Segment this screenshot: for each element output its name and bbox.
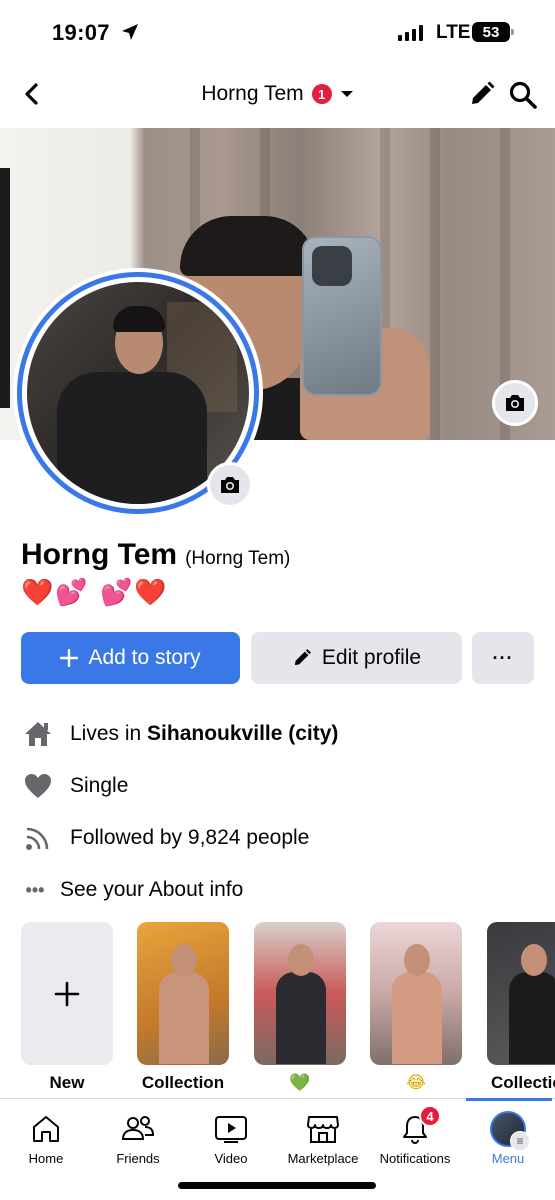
marketplace-icon <box>307 1116 339 1143</box>
home-icon <box>22 718 54 750</box>
nav-menu[interactable]: Menu <box>458 1109 555 1166</box>
camera-icon <box>221 477 239 493</box>
caret-down-icon <box>340 91 353 97</box>
add-to-story-label: Add to story <box>88 646 201 669</box>
notifications-badge: 4 <box>419 1105 441 1127</box>
add-to-story-button[interactable]: Add to story <box>21 632 240 684</box>
profile-alt-name: (Horng Tem) <box>185 548 291 569</box>
profile-name: Horng Tem <box>21 538 178 571</box>
nav-video[interactable]: Video <box>181 1109 281 1166</box>
status-bar: 19:07 LTE 53 <box>0 0 555 64</box>
cover-camera-button[interactable] <box>492 380 538 426</box>
camera-icon <box>506 395 524 411</box>
nav-label: Menu <box>491 1151 525 1166</box>
more-icon: ··· <box>492 647 514 668</box>
menu-avatar-icon <box>490 1111 530 1151</box>
pencil-icon <box>294 649 311 666</box>
edit-profile-label: Edit profile <box>321 646 422 669</box>
header-badge: 1 <box>311 84 332 104</box>
highlight-laughing[interactable]: 😂 <box>370 922 462 1093</box>
lives-in-prefix: Lives in <box>70 722 142 745</box>
highlight-collection-2[interactable]: Collection <box>487 922 555 1093</box>
plus-icon <box>60 649 79 667</box>
rss-icon <box>22 822 54 854</box>
highlight-label: New <box>49 1073 85 1092</box>
highlight-collection[interactable]: Collection <box>137 922 229 1093</box>
nav-friends[interactable]: Friends <box>88 1109 188 1166</box>
relationship-status: Single <box>70 774 129 797</box>
edit-profile-button[interactable]: Edit profile <box>251 632 462 684</box>
battery-icon: 53 <box>472 22 514 42</box>
info-about[interactable]: ••• See your About info <box>22 872 542 908</box>
nav-notifications[interactable]: 4 Notifications <box>365 1105 465 1166</box>
info-followers[interactable]: Followed by 9,824 people <box>22 820 542 856</box>
nav-label: Home <box>28 1151 64 1166</box>
nav-marketplace[interactable]: Marketplace <box>273 1109 373 1166</box>
pencil-icon[interactable] <box>468 80 496 108</box>
highlight-label: 💚 <box>289 1073 311 1093</box>
profile-name-row: Horng Tem (Horng Tem) <box>21 538 290 572</box>
info-relationship[interactable]: Single <box>22 768 542 804</box>
signal-icon <box>398 25 423 41</box>
profile-header: Horng Tem 1 <box>0 64 555 126</box>
nav-label: Notifications <box>379 1151 451 1166</box>
status-time: 19:07 <box>52 20 110 45</box>
highlight-label: Collection <box>491 1073 555 1092</box>
lives-in-city[interactable]: Sihanoukville (city) <box>147 722 338 745</box>
video-icon <box>215 1116 247 1143</box>
highlight-label: Collection <box>141 1073 225 1092</box>
header-title: Horng Tem <box>201 82 304 105</box>
ellipsis-icon: ••• <box>25 879 45 900</box>
plus-icon <box>54 981 80 1006</box>
friends-icon <box>121 1116 155 1140</box>
nav-label: Marketplace <box>287 1151 359 1166</box>
home-indicator <box>178 1182 376 1189</box>
network-type: LTE <box>436 22 471 43</box>
highlight-label: 😂 <box>406 1073 426 1093</box>
followers-count: Followed by 9,824 people <box>70 826 310 849</box>
home-icon <box>33 1116 59 1142</box>
search-icon[interactable] <box>508 80 538 110</box>
heart-icon <box>22 770 54 802</box>
info-lives-in[interactable]: Lives in Sihanoukville (city) <box>22 716 542 752</box>
battery-level: 53 <box>482 23 500 41</box>
more-button[interactable]: ··· <box>472 632 534 684</box>
location-arrow-icon <box>122 24 138 40</box>
highlight-green-heart[interactable]: 💚 <box>254 922 346 1093</box>
about-link: See your About info <box>60 878 244 901</box>
profile-bio: ❤️💕 💕❤️ <box>21 578 169 608</box>
active-tab-indicator <box>466 1098 552 1101</box>
profile-camera-button[interactable] <box>207 462 253 508</box>
nav-label: Video <box>214 1151 248 1166</box>
nav-home[interactable]: Home <box>0 1109 96 1166</box>
nav-label: Friends <box>116 1151 160 1166</box>
highlight-new[interactable]: New <box>21 922 113 1093</box>
